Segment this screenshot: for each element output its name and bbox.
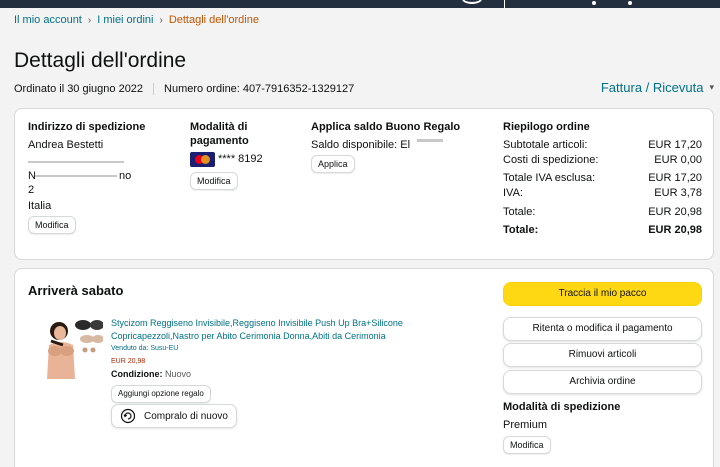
shipping-address-heading: Indirizzo di spedizione xyxy=(28,121,146,133)
redacted-text xyxy=(417,139,443,142)
order-summary-heading: Riepilogo ordine xyxy=(503,121,590,133)
edit-shipping-mode-button[interactable]: Modifica xyxy=(503,436,551,454)
apply-gift-card-button[interactable]: Applica xyxy=(311,155,355,173)
summary-label: Costi di spedizione: xyxy=(503,154,599,166)
summary-label: IVA: xyxy=(503,187,523,199)
order-meta: Ordinato il 30 giugno 2022 Numero ordine… xyxy=(14,83,354,95)
nav-divider xyxy=(504,0,505,8)
redacted-text xyxy=(28,161,124,163)
breadcrumb-order-details: Dettagli dell'ordine xyxy=(168,14,259,26)
payment-heading-line2: pagamento xyxy=(190,135,249,147)
summary-label: Totale IVA esclusa: xyxy=(503,172,596,184)
product-price: EUR 20,98 xyxy=(111,358,146,365)
recipient-name: Andrea Bestetti xyxy=(28,139,104,151)
summary-row-shipping: Costi di spedizione: EUR 0,00 xyxy=(503,153,702,167)
order-info-card: Indirizzo di spedizione Andrea Bestetti … xyxy=(14,108,714,260)
buy-again-button[interactable]: Compralo di nuovo xyxy=(111,404,237,428)
mastercard-icon xyxy=(190,152,215,167)
summary-row-pre-tax: Totale IVA esclusa: EUR 17,20 xyxy=(503,171,702,185)
invoice-label: Fattura / Ricevuta xyxy=(600,80,704,95)
archive-order-button[interactable]: Archivia ordine xyxy=(503,370,702,394)
product-title-line2: Copricapezzoli,Nastro per Abito Cerimoni… xyxy=(111,331,386,341)
summary-label: Totale: xyxy=(503,224,539,236)
retry-payment-button[interactable]: Ritenta o modifica il pagamento xyxy=(503,317,702,341)
address-line2: 2 xyxy=(28,184,35,196)
edit-address-button[interactable]: Modifica xyxy=(28,216,76,234)
summary-value: EUR 0,00 xyxy=(654,154,702,166)
edit-payment-button[interactable]: Modifica xyxy=(190,172,238,190)
address-country: Italia xyxy=(28,200,52,212)
nav-dot-icon xyxy=(628,1,632,5)
chevron-right-icon: › xyxy=(159,14,163,26)
buy-again-icon xyxy=(120,408,136,424)
summary-row-vat: IVA: EUR 3,78 xyxy=(503,186,702,200)
redacted-text xyxy=(35,175,117,177)
invoice-link[interactable]: Fattura / Ricevuta ▾ xyxy=(601,80,714,95)
breadcrumb-my-orders[interactable]: I miei ordini xyxy=(97,14,153,26)
shipment-card: Arriverà sabato Stycizom Reggiseno Invis… xyxy=(14,268,714,467)
page-title: Dettagli dell'ordine xyxy=(14,49,187,72)
product-image[interactable] xyxy=(37,315,104,379)
summary-label: Subtotale articoli: xyxy=(503,139,588,151)
add-gift-option-button[interactable]: Aggiungi opzione regalo xyxy=(111,385,211,403)
product-title-line1: Stycizom Reggiseno Invisibile,Reggiseno … xyxy=(111,318,403,328)
shipping-mode-heading: Modalità di spedizione xyxy=(503,401,621,413)
breadcrumb-my-account[interactable]: Il mio account xyxy=(14,14,82,26)
shipping-mode-value: Premium xyxy=(503,419,548,431)
buy-again-label: Compralo di nuovo xyxy=(144,410,228,422)
breadcrumb: Il mio account › I miei ordini › Dettagl… xyxy=(14,14,259,26)
gift-card-balance: Saldo disponibile: El xyxy=(311,139,411,151)
product-title-link[interactable]: Stycizom Reggiseno Invisibile,Reggiseno … xyxy=(111,317,441,343)
address-line1-end: no xyxy=(119,170,132,182)
card-number: **** 8192 xyxy=(218,153,263,165)
condition-label: Condizione: xyxy=(111,369,163,379)
delivery-heading: Arriverà sabato xyxy=(28,283,124,298)
track-package-button[interactable]: Traccia il mio pacco xyxy=(503,282,702,306)
summary-value: EUR 20,98 xyxy=(648,206,702,218)
top-nav-bar xyxy=(0,0,720,8)
order-number: Numero ordine: 407-7916352-1329127 xyxy=(164,83,355,95)
amazon-smile-icon[interactable] xyxy=(462,0,482,4)
divider xyxy=(153,83,155,95)
gift-card-heading: Applica saldo Buono Regalo xyxy=(311,121,461,133)
order-date: Ordinato il 30 giugno 2022 xyxy=(14,83,144,95)
summary-value: EUR 3,78 xyxy=(654,187,702,199)
summary-row-subtotal: Subtotale articoli: EUR 17,20 xyxy=(503,138,702,152)
summary-value: EUR 20,98 xyxy=(648,224,702,236)
product-condition: Condizione: Nuovo xyxy=(111,369,191,379)
summary-row-total: Totale: EUR 20,98 xyxy=(503,205,702,219)
summary-label: Totale: xyxy=(503,206,536,218)
condition-value: Nuovo xyxy=(165,369,192,379)
summary-value: EUR 17,20 xyxy=(648,172,702,184)
chevron-right-icon: › xyxy=(87,14,92,26)
remove-items-button[interactable]: Rimuovi articoli xyxy=(503,343,702,367)
payment-heading-line1: Modalità di xyxy=(190,121,248,133)
summary-row-grand-total: Totale: EUR 20,98 xyxy=(503,223,702,237)
chevron-down-icon: ▾ xyxy=(709,82,714,92)
nav-dot-icon xyxy=(592,1,596,5)
seller-link[interactable]: Venduto da: Susu-EU xyxy=(111,345,178,352)
summary-value: EUR 17,20 xyxy=(648,139,702,151)
